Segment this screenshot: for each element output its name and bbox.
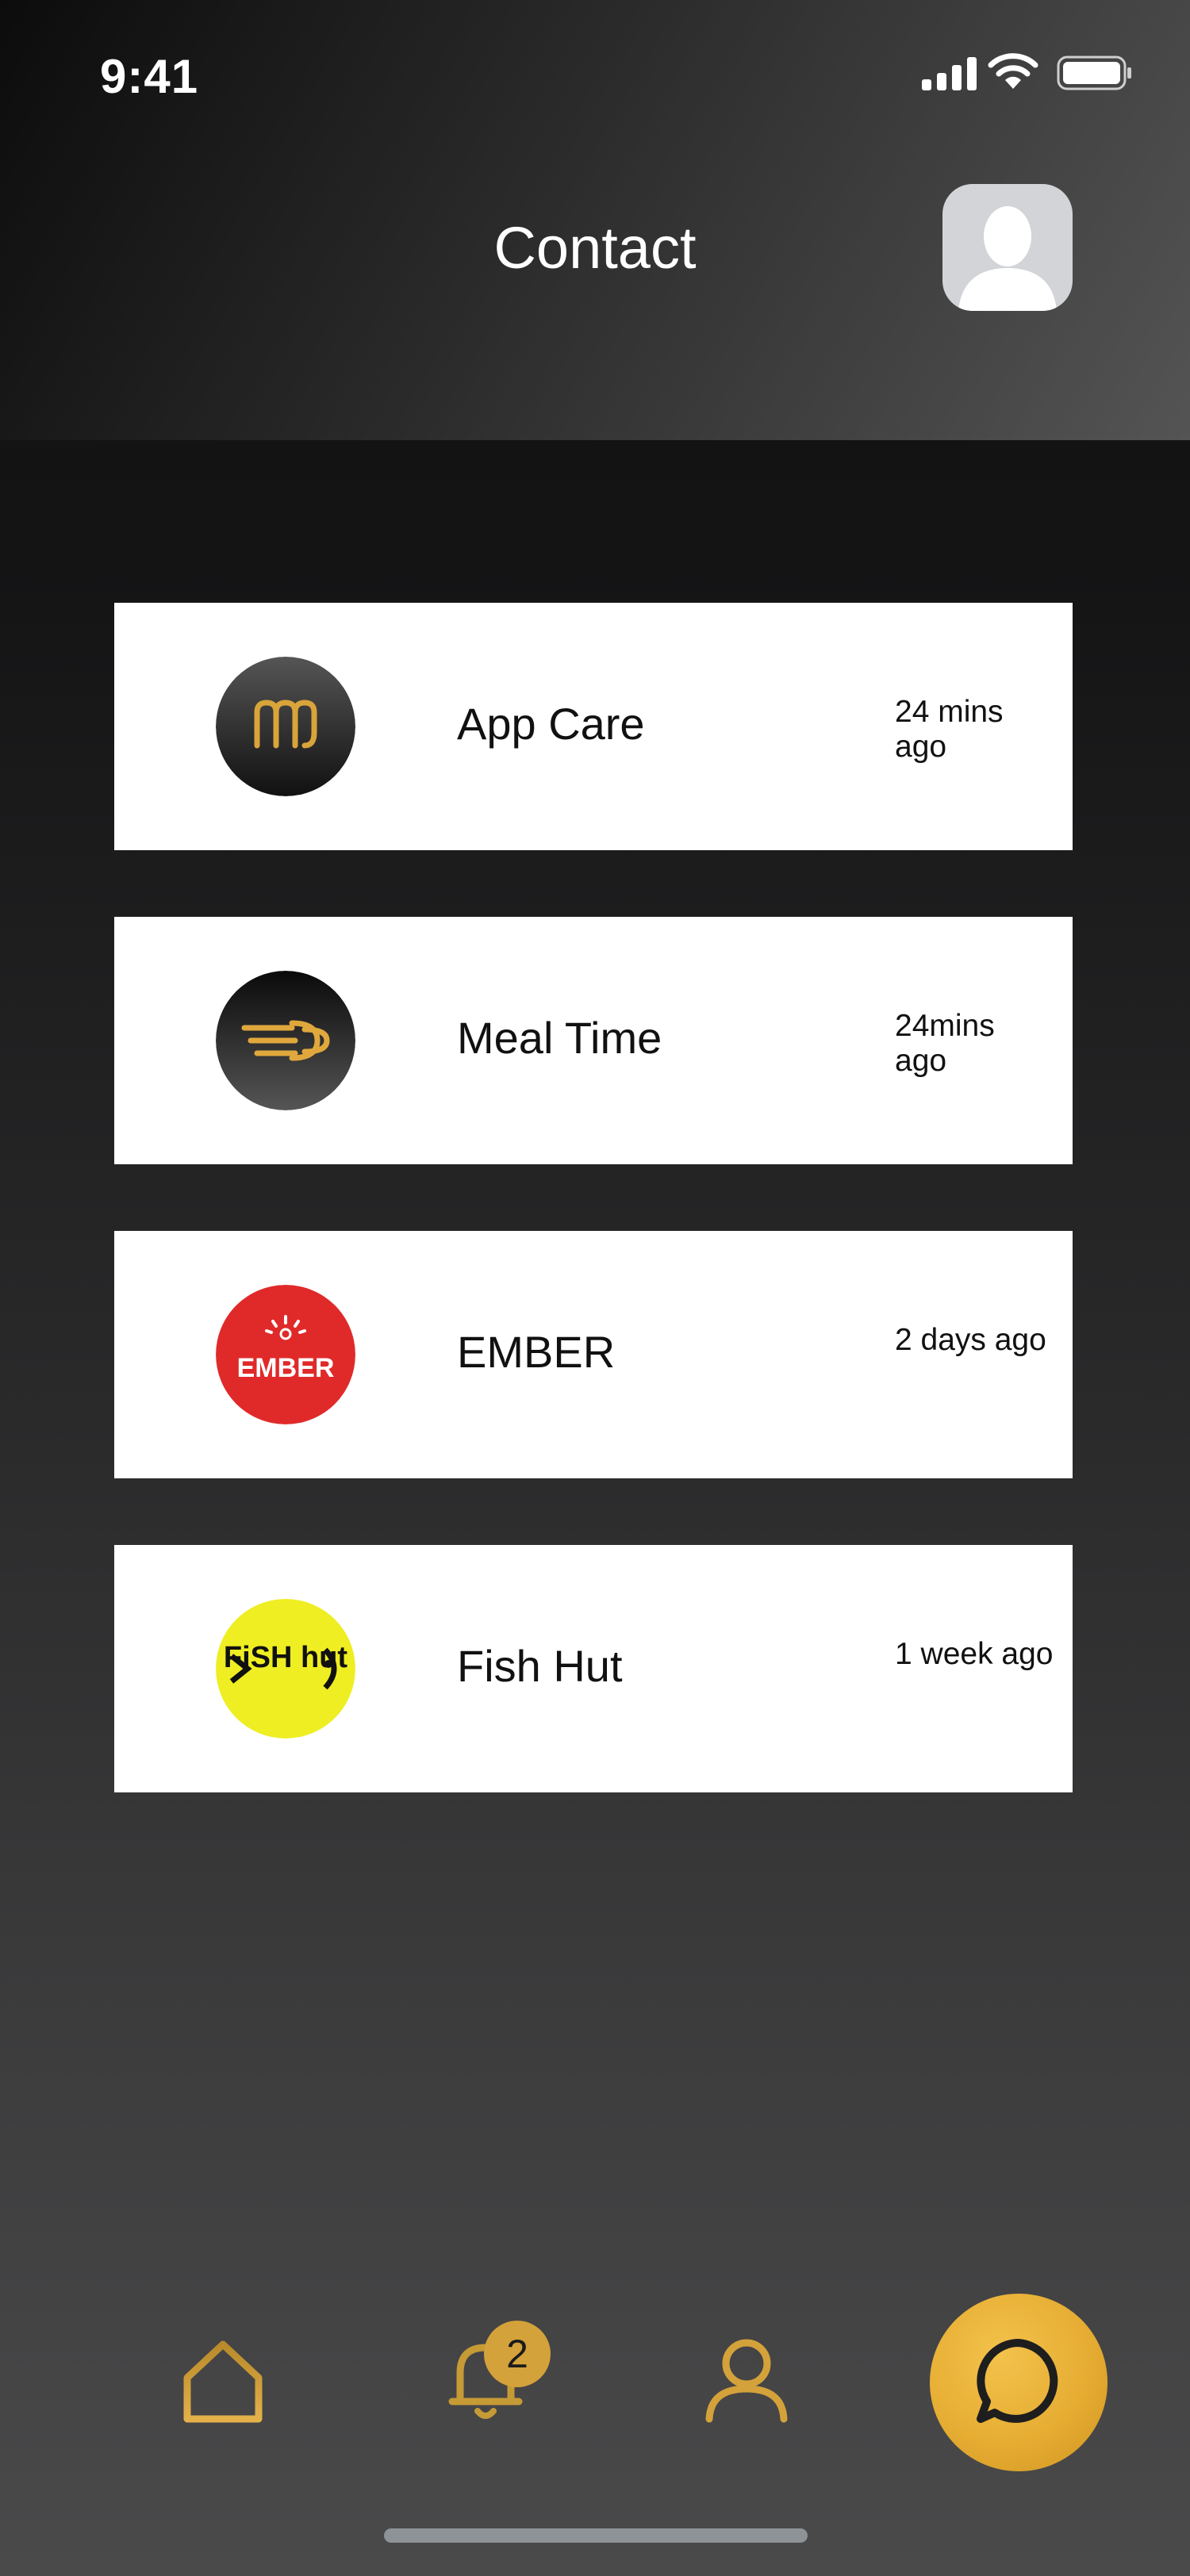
contact-card-app-care[interactable]: App Care 24 mins ago [114, 603, 1073, 850]
fish-hut-logo: FiSH hut [216, 1599, 355, 1738]
contact-name: App Care [457, 699, 645, 749]
contact-name: Fish Hut [457, 1641, 623, 1691]
contact-time: 24 mins ago [895, 695, 1004, 764]
chat-icon [977, 2339, 1058, 2423]
user-icon[interactable] [703, 2336, 790, 2424]
contact-list: App Care 24 mins ago Meal Time 24mins ag… [114, 603, 1073, 1859]
ember-logo: EMBER [216, 1285, 355, 1424]
avatar-button[interactable] [942, 184, 1073, 311]
status-time: 9:41 [100, 50, 199, 103]
contact-name: EMBER [457, 1327, 616, 1377]
contact-name: Meal Time [457, 1013, 662, 1063]
contact-card-ember[interactable]: EMBER EMBER 2 days ago [114, 1231, 1073, 1478]
signal-icon [922, 57, 977, 90]
home-indicator [384, 2528, 808, 2543]
status-bar: 9:41 [0, 0, 1190, 159]
svg-text:FiSH hut: FiSH hut [224, 1641, 348, 1674]
contact-time: 2 days ago [895, 1323, 1046, 1357]
header: 9:41 Contact [0, 0, 1190, 440]
home-icon[interactable] [179, 2336, 267, 2424]
wifi-icon [988, 53, 1038, 89]
notification-badge: 2 [484, 2321, 551, 2387]
svg-text:EMBER: EMBER [237, 1353, 335, 1383]
contact-card-meal-time[interactable]: Meal Time 24mins ago [114, 917, 1073, 1164]
contact-time: 24mins ago [895, 1009, 995, 1078]
contact-card-fish-hut[interactable]: FiSH hut Fish Hut 1 week ago [114, 1545, 1073, 1792]
battery-icon [1057, 56, 1131, 90]
meal-time-logo [216, 971, 355, 1110]
chat-button[interactable] [930, 2294, 1107, 2471]
app-care-logo [216, 657, 355, 796]
avatar-person-icon [958, 206, 1057, 311]
contact-time: 1 week ago [895, 1637, 1054, 1671]
